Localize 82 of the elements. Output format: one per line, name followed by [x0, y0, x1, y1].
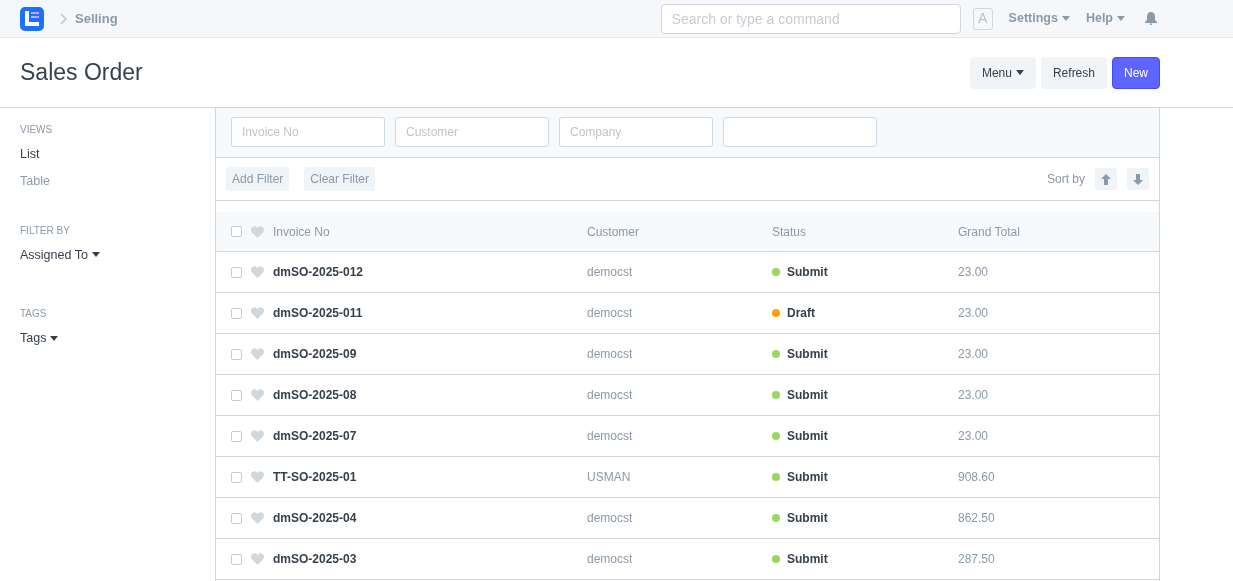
heart-icon[interactable]: [251, 553, 264, 565]
heart-icon[interactable]: [251, 225, 264, 238]
table-cell: 908.60: [958, 470, 995, 484]
table-cell: democst: [587, 429, 633, 443]
heart-icon[interactable]: [251, 266, 264, 278]
filter-field[interactable]: Company: [559, 117, 713, 147]
chevron-icon: [60, 12, 67, 25]
status-label: Submit: [787, 346, 828, 363]
invoice-link[interactable]: dmSO-2025-04: [273, 509, 357, 527]
search-field[interactable]: Search or type a command: [660, 3, 961, 34]
sort-ascending-button[interactable]: [1095, 168, 1117, 190]
invoice-link[interactable]: dmSO-2025-03: [273, 550, 357, 568]
checkbox[interactable]: [231, 266, 242, 278]
sort-label: Sort by: [1047, 171, 1085, 188]
table-cell: democst: [587, 265, 633, 279]
column-header: Status: [772, 224, 807, 239]
status-label: Submit: [787, 551, 828, 568]
table-cell: democst: [587, 306, 633, 320]
status-label: Submit: [787, 469, 828, 486]
sort-descending-button[interactable]: [1127, 168, 1149, 190]
heart-icon[interactable]: [251, 512, 264, 524]
column-header: Customer: [587, 224, 639, 239]
table-cell: 287.50: [958, 552, 995, 566]
checkbox[interactable]: [231, 471, 242, 483]
new-button[interactable]: New: [1112, 56, 1160, 89]
caret-icon: [91, 252, 100, 258]
caret-icon: [1061, 16, 1070, 21]
sidebar-item[interactable]: Tags: [20, 327, 59, 350]
table-cell: 23.00: [958, 388, 989, 402]
arrow-down-icon: [1133, 173, 1143, 185]
refresh-button[interactable]: Refresh: [1040, 56, 1107, 89]
heart-icon[interactable]: [251, 389, 264, 401]
sidebar-item[interactable]: List: [20, 143, 40, 166]
arrow-up-icon: [1101, 173, 1111, 185]
sidebar-heading: FILTER BY: [20, 223, 71, 238]
checkbox[interactable]: [231, 430, 242, 442]
menu-button[interactable]: Menu: [969, 56, 1036, 89]
invoice-link[interactable]: dmSO-2025-08: [273, 386, 357, 404]
page-title: Sales Order: [20, 58, 143, 87]
filter-field[interactable]: Invoice No: [231, 117, 385, 147]
caret-icon: [1015, 70, 1024, 75]
table-cell: USMAN: [587, 470, 631, 484]
status-label: Submit: [787, 387, 828, 404]
invoice-link[interactable]: dmSO-2025-07: [273, 427, 357, 445]
status-label: Submit: [787, 428, 828, 445]
table-cell: democst: [587, 511, 633, 525]
table-cell: 23.00: [958, 306, 989, 320]
logo-icon[interactable]: [20, 6, 44, 31]
column-header: Invoice No: [273, 223, 330, 241]
table-cell: democst: [587, 552, 633, 566]
table-cell: democst: [587, 388, 633, 402]
notification-bell-icon[interactable]: [1145, 12, 1157, 25]
filter-field[interactable]: [723, 117, 877, 147]
sidebar-heading: TAGS: [20, 307, 48, 322]
checkbox[interactable]: [231, 512, 242, 524]
checkbox[interactable]: [231, 389, 242, 401]
table-cell: 23.00: [958, 429, 989, 443]
table-cell: 23.00: [958, 265, 989, 279]
invoice-link[interactable]: TT-SO-2025-01: [273, 468, 357, 486]
invoice-link[interactable]: dmSO-2025-011: [273, 304, 363, 322]
heart-icon[interactable]: [251, 307, 264, 319]
heart-icon[interactable]: [251, 348, 264, 360]
heart-icon[interactable]: [251, 471, 264, 483]
status-label: Draft: [787, 305, 815, 322]
checkbox[interactable]: [231, 553, 242, 565]
table-cell: democst: [587, 347, 633, 361]
caret-icon: [1117, 16, 1125, 21]
checkbox[interactable]: [231, 307, 242, 319]
heart-icon[interactable]: [251, 430, 264, 442]
column-header: Grand Total: [958, 224, 1020, 239]
sidebar-heading: VIEWS: [20, 123, 54, 137]
checkbox[interactable]: [231, 348, 242, 360]
filter-field[interactable]: Customer: [395, 117, 549, 147]
status-label: Submit: [787, 510, 828, 527]
invoice-link[interactable]: dmSO-2025-09: [273, 345, 357, 363]
sidebar-item[interactable]: Assigned To: [20, 243, 100, 267]
table-cell: 23.00: [958, 347, 989, 361]
invoice-link[interactable]: dmSO-2025-012: [273, 263, 364, 281]
checkbox[interactable]: [231, 226, 242, 237]
status-label: Submit: [787, 264, 828, 281]
caret-icon: [50, 336, 59, 342]
table-cell: 862.50: [958, 511, 995, 525]
